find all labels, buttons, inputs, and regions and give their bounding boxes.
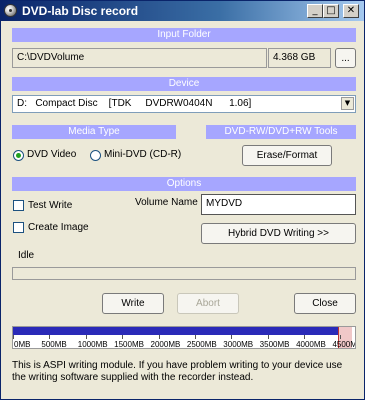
capacity-tick-label: 4000MB — [296, 340, 326, 349]
minimize-button[interactable]: _ — [307, 4, 323, 18]
hybrid-dvd-writing-button[interactable]: Hybrid DVD Writing >> — [201, 223, 356, 244]
capacity-used-bar — [13, 327, 339, 335]
title-bar[interactable]: DVD-lab Disc record _ □ ✕ — [1, 1, 364, 21]
create-image-checkbox[interactable] — [13, 222, 24, 233]
mini-dvd-label[interactable]: Mini-DVD (CD-R) — [104, 149, 181, 160]
options-header: Options — [12, 177, 356, 191]
window-title: DVD-lab Disc record — [22, 4, 139, 18]
capacity-tick — [194, 335, 196, 339]
capacity-tick-label: 4500MB — [332, 340, 355, 349]
input-folder-header: Input Folder — [12, 28, 356, 42]
capacity-tick-label: 3000MB — [223, 340, 254, 349]
maximize-button[interactable]: □ — [323, 4, 339, 18]
device-select[interactable]: D: Compact Disc [TDK DVDRW0404N 1.06] ▼ — [12, 95, 356, 113]
erase-format-button[interactable]: Erase/Format — [242, 145, 332, 166]
device-header: Device — [12, 77, 356, 91]
write-button[interactable]: Write — [102, 293, 164, 314]
test-write-checkbox[interactable] — [13, 200, 24, 211]
folder-size: 4.368 GB — [268, 48, 331, 68]
capacity-tick-label: 500MB — [41, 340, 67, 349]
close-button[interactable]: Close — [294, 293, 356, 314]
test-write-label[interactable]: Test Write — [28, 200, 72, 211]
volume-name-label: Volume Name — [135, 197, 198, 208]
dvd-video-radio[interactable] — [13, 150, 24, 161]
capacity-tick-label: 2000MB — [150, 340, 181, 349]
media-type-header: Media Type — [12, 125, 176, 139]
capacity-tick — [158, 335, 160, 339]
capacity-tick-label: 0MB — [14, 340, 31, 349]
chevron-down-icon[interactable]: ▼ — [341, 97, 354, 110]
close-window-button[interactable]: ✕ — [343, 4, 359, 18]
capacity-tick-label: 1000MB — [77, 340, 108, 349]
aspi-note: This is ASPI writing module. If you have… — [12, 360, 343, 383]
input-folder-path[interactable]: C:\DVDVolume — [12, 48, 267, 68]
capacity-tick — [49, 335, 51, 339]
capacity-tick-label: 1500MB — [114, 340, 144, 349]
capacity-tick — [13, 335, 14, 339]
volume-name-input[interactable]: MYDVD — [201, 194, 356, 215]
capacity-tick — [122, 335, 124, 339]
capacity-tick — [231, 335, 233, 339]
dvd-tools-header: DVD-RW/DVD+RW Tools — [206, 125, 356, 139]
capacity-tick — [340, 335, 342, 339]
status-text: Idle — [18, 250, 35, 261]
disc-icon — [4, 4, 17, 17]
capacity-tick-label: 2500MB — [186, 340, 217, 349]
capacity-tick-label: 3500MB — [259, 340, 290, 349]
capacity-tick — [304, 335, 306, 339]
capacity-tick — [267, 335, 269, 339]
mini-dvd-radio[interactable] — [90, 150, 101, 161]
disc-record-window: DVD-lab Disc record _ □ ✕ Input Folder C… — [0, 0, 365, 400]
device-selected-value: D: Compact Disc [TDK DVDRW0404N 1.06] — [17, 98, 252, 109]
browse-folder-button[interactable]: ... — [335, 48, 356, 68]
capacity-tick — [85, 335, 87, 339]
dvd-video-label[interactable]: DVD Video — [27, 149, 76, 160]
disc-capacity-gauge: 0MB 500MB 1000MB 1500MB 2000MB 2500MB 3000MB 35… — [12, 326, 356, 349]
write-progress-bar — [12, 267, 356, 280]
abort-button: Abort — [177, 293, 239, 314]
create-image-label[interactable]: Create Image — [28, 222, 89, 233]
